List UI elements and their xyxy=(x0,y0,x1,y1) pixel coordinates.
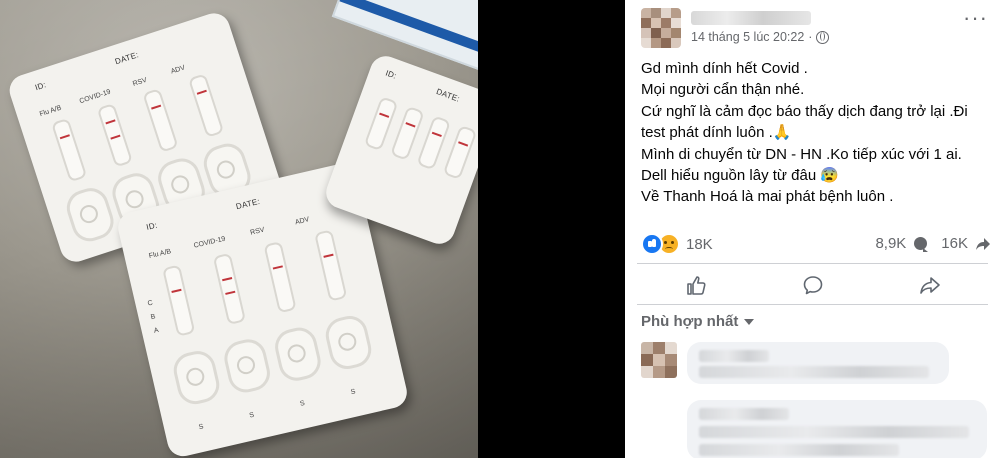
comment-bubble-icon xyxy=(914,237,929,252)
more-options-icon[interactable]: ··· xyxy=(963,7,988,29)
divider xyxy=(637,263,988,264)
commenter-avatar[interactable] xyxy=(641,342,677,378)
cassette-id-label: ID: xyxy=(384,68,398,81)
well-label: S xyxy=(350,388,357,397)
cassette-date-label: DATE: xyxy=(435,86,462,104)
comment-icon xyxy=(803,276,822,295)
reaction-summary[interactable]: 18K xyxy=(641,233,713,255)
comment-bubble-redacted[interactable] xyxy=(687,400,987,458)
cassette-label: RSV xyxy=(249,226,266,237)
post-actions xyxy=(637,268,988,302)
thumbs-up-icon xyxy=(686,276,706,295)
post-text-line: test phát dính luôn .🙏 xyxy=(641,124,792,142)
test-window xyxy=(51,117,88,183)
cassette-side-label: B xyxy=(150,313,157,322)
share-count[interactable]: 16K xyxy=(941,235,968,252)
post-body: Gd mình dính hết Covid . Mọi người cẩn t… xyxy=(641,58,990,208)
share-icon xyxy=(919,277,940,294)
cassette-label: Flu A/B xyxy=(38,104,63,119)
sort-label: Phù hợp nhất xyxy=(641,313,739,330)
globe-icon xyxy=(816,30,830,44)
test-window xyxy=(96,102,133,168)
well-label: S xyxy=(198,423,205,432)
engagement-counts: 8,9K 16K xyxy=(875,235,990,252)
post-photo[interactable]: ID: DATE: Flu A/B COVID-19 RSV ADV ID: D… xyxy=(0,0,625,458)
sample-well xyxy=(220,335,274,396)
post-panel: 14 tháng 5 lúc 20:22 · ··· Gd mình dính … xyxy=(625,0,1000,458)
caret-down-icon xyxy=(744,318,755,325)
cassette-label: ADV xyxy=(170,64,186,76)
cassette-label: ADV xyxy=(294,216,311,227)
comment-bubble-redacted[interactable] xyxy=(687,342,949,384)
post-text-line: Về Thanh Hoá là mai phát bệnh luôn . xyxy=(641,188,894,206)
divider xyxy=(637,304,988,305)
comment-button[interactable] xyxy=(754,268,871,302)
like-button[interactable] xyxy=(637,268,754,302)
author-name-redacted[interactable] xyxy=(691,11,811,25)
test-window xyxy=(212,252,247,326)
cassette-label: COVID-19 xyxy=(78,88,112,106)
sample-well xyxy=(271,324,325,385)
meta-separator: · xyxy=(808,30,813,44)
reaction-count: 18K xyxy=(686,235,713,253)
well-label: S xyxy=(299,399,306,408)
photo-letterbox xyxy=(478,0,625,458)
cassette-label: Flu A/B xyxy=(148,248,172,261)
comment-sort-dropdown[interactable]: Phù hợp nhất xyxy=(641,313,755,330)
like-reaction-icon xyxy=(641,233,663,255)
cassette-side-label: A xyxy=(153,326,160,335)
post-text-line: Dell hiểu nguồn lây từ đâu 😰 xyxy=(641,167,840,185)
cassette-id-label: ID: xyxy=(145,220,159,232)
comment-count[interactable]: 8,9K xyxy=(875,235,906,252)
test-window xyxy=(442,124,478,180)
post-meta: 14 tháng 5 lúc 20:22 · xyxy=(691,30,830,44)
sample-well xyxy=(62,183,119,246)
share-small-icon xyxy=(976,237,990,250)
cassette-date-label: DATE: xyxy=(113,50,140,67)
author-avatar[interactable] xyxy=(641,8,681,48)
test-window xyxy=(162,264,196,337)
test-window xyxy=(263,241,297,314)
post-text-line: Gd mình dính hết Covid . xyxy=(641,60,808,77)
cassette-date-label: DATE: xyxy=(235,196,261,212)
test-window xyxy=(142,88,179,153)
post-text-line: Mọi người cẩn thận nhé. xyxy=(641,81,805,99)
post-timestamp[interactable]: 14 tháng 5 lúc 20:22 xyxy=(691,30,804,44)
cassette-label: COVID-19 xyxy=(193,235,227,250)
test-window xyxy=(314,229,348,302)
cassette-side-label: C xyxy=(146,299,154,308)
post-text-line: Mình di chuyển từ DN - HN .Ko tiếp xúc v… xyxy=(641,145,962,163)
cassette-id-label: ID: xyxy=(33,80,48,93)
share-button[interactable] xyxy=(871,268,988,302)
well-label: S xyxy=(248,411,255,420)
sample-well xyxy=(322,312,375,373)
test-window xyxy=(187,73,225,138)
sample-well xyxy=(170,347,223,408)
post-text-line: Cứ nghĩ là cảm đọc báo thấy dịch đang tr… xyxy=(641,102,968,120)
cassette-label: RSV xyxy=(131,76,148,88)
